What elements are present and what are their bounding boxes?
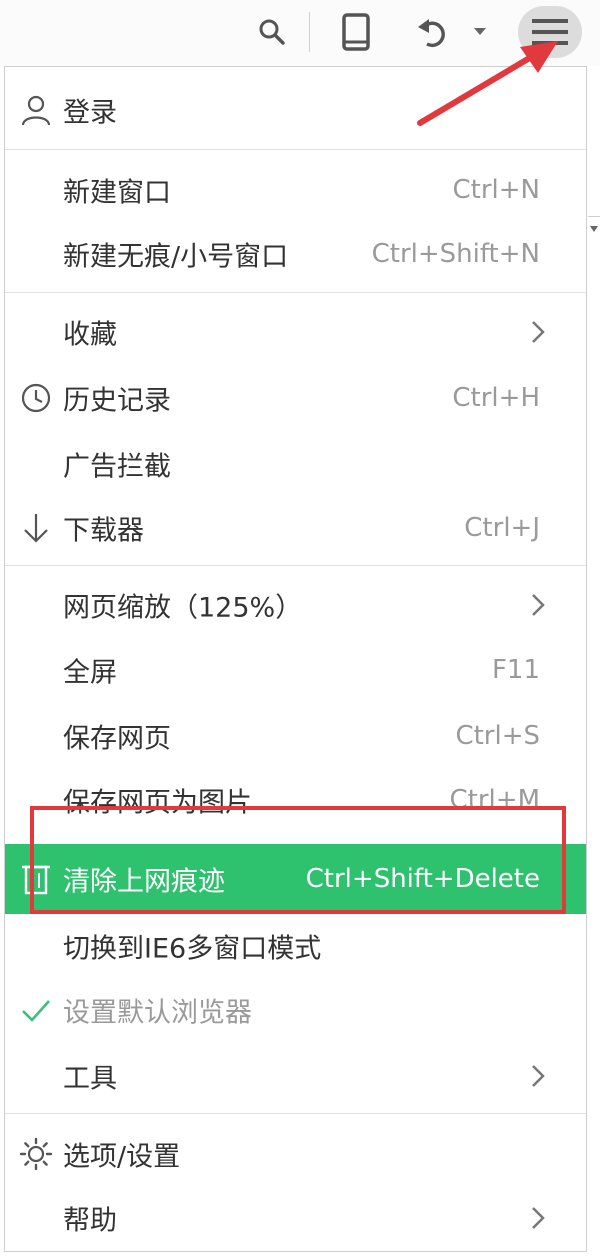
menu-item-downloads[interactable]: 下载器 Ctrl+J xyxy=(5,495,586,561)
menu-item-label: 选项/设置 xyxy=(63,1141,181,1173)
menu-item-new-window[interactable]: 新建窗口 Ctrl+N xyxy=(5,157,586,223)
menu-divider xyxy=(5,149,586,150)
chevron-right-icon xyxy=(532,321,545,343)
shortcut-label: F11 xyxy=(491,655,540,685)
menu-item-label: 设置默认浏览器 xyxy=(63,997,252,1029)
scroll-down-arrow-icon[interactable] xyxy=(590,226,598,232)
shortcut-label: Ctrl+H xyxy=(452,383,540,413)
menu-item-label: 登录 xyxy=(63,97,117,129)
download-icon xyxy=(24,514,48,543)
menu-item-label: 下载器 xyxy=(63,515,144,547)
user-icon xyxy=(21,95,51,126)
menu-divider xyxy=(5,1113,586,1114)
menu-item-new-incognito[interactable]: 新建无痕/小号窗口 Ctrl+Shift+N xyxy=(5,221,586,287)
menu-item-label: 全屏 xyxy=(63,657,117,689)
menu-item-label: 收藏 xyxy=(63,319,117,351)
menu-divider xyxy=(5,565,586,566)
shortcut-label: Ctrl+S xyxy=(455,721,540,751)
menu-item-default-browser[interactable]: 设置默认浏览器 xyxy=(5,977,586,1043)
menu-item-tools[interactable]: 工具 xyxy=(5,1043,586,1109)
menu-item-options[interactable]: 选项/设置 xyxy=(5,1121,586,1187)
page-edge xyxy=(588,66,600,1257)
menu-item-zoom[interactable]: 网页缩放（125%） xyxy=(5,572,586,638)
menu-item-label: 切换到IE6多窗口模式 xyxy=(63,933,322,965)
menu-item-label: 网页缩放（125%） xyxy=(63,592,303,624)
menu-item-save-page[interactable]: 保存网页 Ctrl+S xyxy=(5,703,586,769)
menu-item-ad-block[interactable]: 广告拦截 xyxy=(5,431,586,497)
menu-item-label: 新建无痕/小号窗口 xyxy=(63,241,289,273)
menu-item-help[interactable]: 帮助 xyxy=(5,1185,586,1251)
search-icon[interactable] xyxy=(252,12,292,52)
menu-item-label: 广告拦截 xyxy=(63,451,171,483)
shortcut-label: Ctrl+N xyxy=(452,175,541,205)
mobile-device-icon[interactable] xyxy=(335,10,377,54)
chevron-right-icon xyxy=(532,1207,545,1229)
menu-item-label: 新建窗口 xyxy=(63,177,171,209)
clock-icon xyxy=(21,383,51,413)
annotation-arrow-icon xyxy=(417,41,558,126)
menu-item-label: 历史记录 xyxy=(63,385,171,417)
menu-item-favorites[interactable]: 收藏 xyxy=(5,299,586,365)
menu-item-fullscreen[interactable]: 全屏 F11 xyxy=(5,637,586,703)
menu-item-ie6-mode[interactable]: 切换到IE6多窗口模式 xyxy=(5,913,586,979)
shortcut-label: Ctrl+Shift+N xyxy=(371,239,540,269)
menu-item-label: 工具 xyxy=(63,1063,117,1095)
toolbar-separator xyxy=(309,12,310,52)
chevron-right-icon xyxy=(532,1065,545,1087)
chevron-right-icon xyxy=(532,594,545,616)
menu-item-history[interactable]: 历史记录 Ctrl+H xyxy=(5,365,586,431)
menu-item-label: 帮助 xyxy=(63,1205,117,1237)
menu-divider xyxy=(5,292,586,293)
annotation-highlight-box xyxy=(30,806,566,914)
shortcut-label: Ctrl+J xyxy=(464,513,540,543)
scroll-notch xyxy=(588,216,600,257)
gear-icon xyxy=(19,1137,53,1171)
check-icon xyxy=(22,1000,50,1022)
main-menu-dropdown: 登录 新建窗口 Ctrl+N 新建无痕/小号窗口 Ctrl+Shift+N 收藏… xyxy=(4,66,587,1252)
menu-item-label: 保存网页 xyxy=(63,723,171,755)
